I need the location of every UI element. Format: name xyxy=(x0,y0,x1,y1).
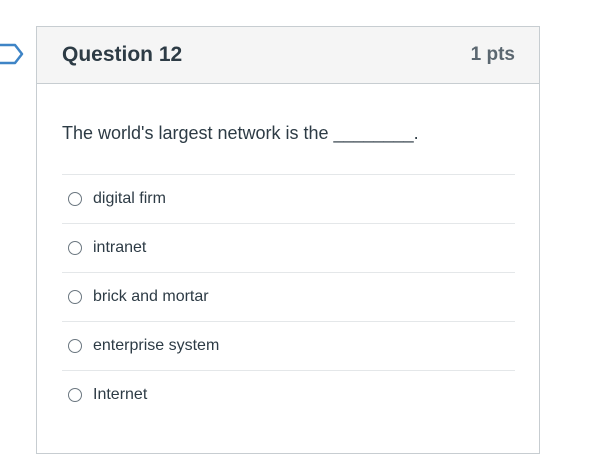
answer-option[interactable]: enterprise system xyxy=(62,321,515,370)
question-card: Question 12 1 pts The world's largest ne… xyxy=(36,26,540,454)
radio-button[interactable] xyxy=(68,290,82,304)
answer-label[interactable]: intranet xyxy=(93,239,146,257)
answer-list: digital firm intranet brick and mortar e… xyxy=(62,174,515,419)
question-points: 1 pts xyxy=(470,44,515,65)
question-title: Question 12 xyxy=(62,43,183,66)
question-body: The world's largest network is the _____… xyxy=(37,84,539,419)
question-text: The world's largest network is the _____… xyxy=(62,123,419,143)
answer-label[interactable]: enterprise system xyxy=(93,337,219,355)
answer-label[interactable]: Internet xyxy=(93,386,147,404)
radio-button[interactable] xyxy=(68,388,82,402)
radio-button[interactable] xyxy=(68,192,82,206)
answer-option[interactable]: brick and mortar xyxy=(62,272,515,321)
radio-button[interactable] xyxy=(68,339,82,353)
answer-option[interactable]: digital firm xyxy=(62,174,515,223)
flag-question-icon[interactable] xyxy=(0,43,26,65)
question-header: Question 12 1 pts xyxy=(37,27,539,84)
quiz-page: Question 12 1 pts The world's largest ne… xyxy=(0,0,601,475)
radio-button[interactable] xyxy=(68,241,82,255)
answer-option[interactable]: intranet xyxy=(62,223,515,272)
answer-label[interactable]: brick and mortar xyxy=(93,288,209,306)
answer-option[interactable]: Internet xyxy=(62,370,515,419)
answer-label[interactable]: digital firm xyxy=(93,190,166,208)
